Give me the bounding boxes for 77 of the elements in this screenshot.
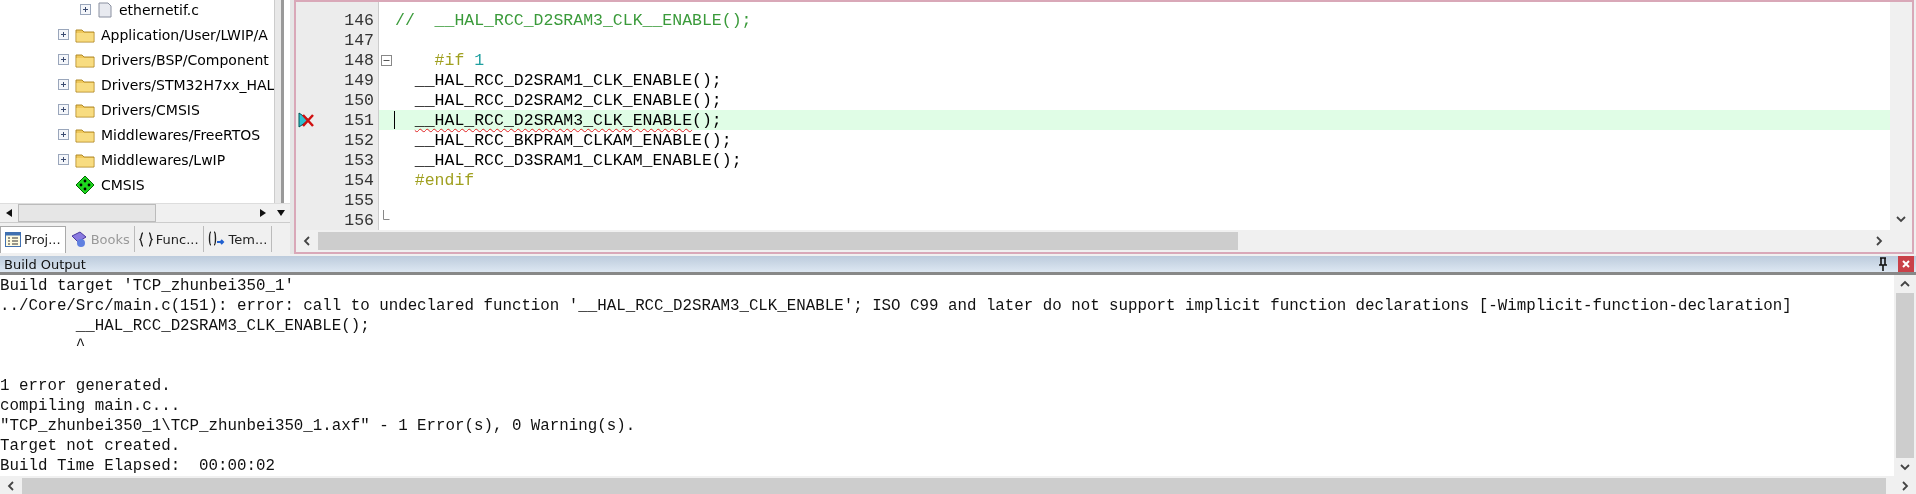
line-number: 146 xyxy=(344,10,375,30)
scroll-up-icon[interactable] xyxy=(1900,279,1910,289)
panel-tab[interactable]: Func... xyxy=(134,226,204,252)
scroll-left-icon[interactable] xyxy=(6,481,16,491)
folder-icon xyxy=(75,51,95,68)
tree-item[interactable]: CMSIS xyxy=(101,176,145,193)
tree-item[interactable]: Drivers/BSP/Component xyxy=(101,51,269,68)
scrollbar[interactable] xyxy=(1894,275,1916,476)
tree-item[interactable]: Middlewares/LwIP xyxy=(101,151,226,168)
output-line: __HAL_RCC_D2SRAM3_CLK_ENABLE(); xyxy=(74,316,371,336)
code-line: __HAL_RCC_D3SRAM1_CLKAM_ENABLE(); xyxy=(413,150,742,170)
tree-item[interactable]: Drivers/STM32H7xx_HAL xyxy=(101,76,275,93)
book-icon xyxy=(69,230,88,248)
line-number: 154 xyxy=(344,170,375,190)
list-icon xyxy=(5,232,21,247)
panel-title: Build Output xyxy=(4,256,87,272)
tree-item[interactable]: Middlewares/FreeRTOS xyxy=(101,126,261,143)
scroll-right-icon[interactable] xyxy=(1900,481,1910,491)
scroll-down-icon[interactable] xyxy=(1900,462,1910,472)
scrollbar-thumb[interactable] xyxy=(18,204,156,222)
scroll-right-icon[interactable] xyxy=(259,209,267,217)
line-number: 150 xyxy=(344,90,375,110)
close-button[interactable] xyxy=(1898,256,1914,272)
tree-item[interactable]: Application/User/LWIP/A xyxy=(101,26,268,43)
folder-icon xyxy=(75,26,95,43)
pin-icon[interactable] xyxy=(1878,257,1888,271)
output-line: "TCP_zhunbei350_1\TCP_zhunbei350_1.axf" - 1 Error(s), 0 Warning(s). xyxy=(0,416,637,436)
line-number: 149 xyxy=(344,70,375,90)
scrollbar-thumb[interactable] xyxy=(318,232,1238,250)
diamond-icon xyxy=(75,174,95,195)
expand-icon[interactable] xyxy=(58,79,69,90)
expand-icon[interactable] xyxy=(58,129,69,140)
tree-item[interactable]: Drivers/CMSIS xyxy=(101,101,200,118)
scroll-left-icon[interactable] xyxy=(5,209,13,217)
expand-icon[interactable] xyxy=(58,29,69,40)
scrollbar[interactable] xyxy=(274,0,284,203)
scrollbar[interactable] xyxy=(1890,2,1912,230)
line-number: 147 xyxy=(344,30,375,50)
folder-icon xyxy=(75,76,95,93)
folder-icon xyxy=(75,101,95,118)
output-line: Target not created. xyxy=(0,436,182,456)
scroll-right-icon[interactable] xyxy=(1874,236,1884,246)
code-line: __HAL_RCC_D2SRAM1_CLK_ENABLE(); xyxy=(413,70,722,90)
expand-icon[interactable] xyxy=(58,104,69,115)
code-line: // __HAL_RCC_D2SRAM3_CLK__ENABLE(); xyxy=(395,10,752,30)
code-line: #if 1 xyxy=(433,50,485,70)
output-line: 1 error generated. xyxy=(0,376,172,396)
expand-icon[interactable] xyxy=(80,4,91,15)
line-number: 148 xyxy=(344,50,375,70)
code-line: __HAL_RCC_D2SRAM2_CLK_ENABLE(); xyxy=(413,90,722,110)
braces-icon xyxy=(138,231,153,247)
scroll-down-icon[interactable] xyxy=(1896,214,1906,224)
output-line: Build target 'TCP_zhunbei350_1' xyxy=(0,276,295,296)
line-number: 151 xyxy=(344,110,375,130)
output-line: compiling main.c... xyxy=(0,396,182,416)
line-number: 152 xyxy=(344,130,375,150)
line-number: 155 xyxy=(344,190,375,210)
output-line: ../Core/Src/main.c(151): error: call to undeclared function '__HAL_RCC_D2SRAM3_CLK_ENABLE'; ISO C99 and later do not support implicit function declarations [-Wimplicit-function-declaration] xyxy=(0,296,1793,316)
scroll-left-icon[interactable] xyxy=(302,236,312,246)
code-line: __HAL_RCC_BKPRAM_CLKAM_ENABLE(); xyxy=(413,130,732,150)
output-line: Build Time Elapsed: 00:00:02 xyxy=(0,456,276,476)
folder-icon xyxy=(75,126,95,143)
expand-icon[interactable] xyxy=(58,54,69,65)
code-line: #endif xyxy=(413,170,475,190)
code-line: __HAL_RCC_D2SRAM3_CLK_ENABLE(); xyxy=(413,110,722,130)
panel-tab[interactable]: Proj... xyxy=(0,225,66,253)
collapse-icon[interactable] xyxy=(381,54,392,66)
expand-icon[interactable] xyxy=(58,154,69,165)
template-icon xyxy=(207,231,226,247)
panel-tab[interactable]: Tem... xyxy=(203,226,273,252)
folder-icon xyxy=(75,151,95,168)
scrollbar-thumb[interactable] xyxy=(22,477,1886,494)
tree-item[interactable]: ethernetif.c xyxy=(119,1,200,18)
line-number: 153 xyxy=(344,150,375,170)
scroll-down-icon[interactable] xyxy=(277,209,285,217)
output-line: ^ xyxy=(74,336,87,356)
line-number: 156 xyxy=(344,210,375,230)
